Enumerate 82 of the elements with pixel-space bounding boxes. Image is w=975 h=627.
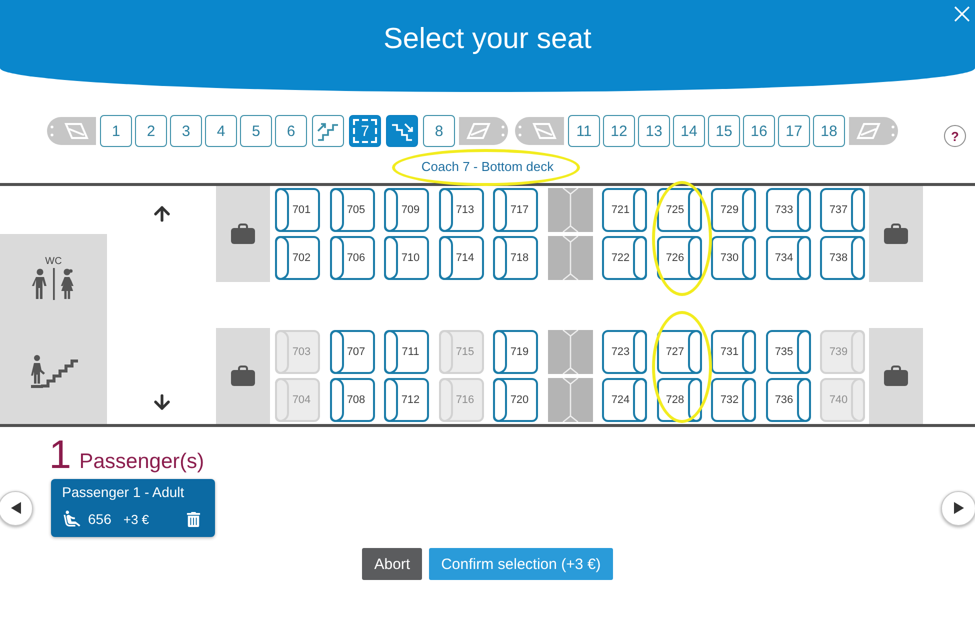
coach-tab[interactable]: 13 [638, 115, 670, 147]
seat-button[interactable]: 732 [711, 378, 756, 422]
seat-button[interactable]: 708 [330, 378, 374, 422]
seat-button[interactable]: 729 [711, 188, 756, 232]
briefcase-icon [883, 223, 909, 245]
seat-button[interactable]: 724 [602, 378, 647, 422]
coach-tab[interactable]: 16 [743, 115, 775, 147]
coach-tab[interactable]: 5 [240, 115, 272, 147]
seat-button[interactable]: 705 [330, 188, 374, 232]
person-on-stairs-icon [28, 354, 78, 388]
seat-button[interactable]: 714 [438, 236, 484, 280]
passenger-name: Passenger 1 - Adult [62, 484, 186, 500]
coach-tab[interactable]: 4 [205, 115, 237, 147]
coach-tab[interactable]: 15 [708, 115, 740, 147]
seat-button[interactable]: 721 [602, 188, 647, 232]
seat-button[interactable]: 717 [493, 188, 538, 232]
seat-button[interactable]: 722 [602, 236, 647, 280]
coach-tab[interactable]: 3 [170, 115, 202, 147]
previous-button[interactable] [0, 490, 33, 526]
passenger-count: 1 [49, 436, 72, 474]
briefcase-icon [230, 365, 256, 387]
seat-button[interactable]: 733 [766, 188, 810, 232]
seat-button[interactable]: 720 [493, 378, 538, 422]
seat-button[interactable]: 738 [820, 236, 865, 280]
dialog-title: Select your seat [384, 22, 592, 57]
seat-button[interactable]: 711 [384, 330, 429, 374]
seat-button[interactable]: 725 [656, 188, 702, 232]
seat-button[interactable]: 706 [330, 236, 374, 280]
coach-tab[interactable]: 14 [673, 115, 705, 147]
close-icon [953, 5, 971, 23]
coach-tab[interactable]: 11 [568, 115, 600, 147]
seat-button[interactable]: 727 [656, 330, 702, 374]
coach-tab[interactable]: 6 [275, 115, 307, 147]
reclining-seat-icon [62, 509, 82, 529]
deck-button[interactable] [312, 115, 344, 147]
coach-tab[interactable]: 18 [813, 115, 845, 147]
seat-button[interactable]: 707 [330, 330, 374, 374]
seat-number: 656 [88, 511, 112, 527]
table-icon [548, 378, 592, 422]
briefcase-icon [230, 223, 256, 245]
table-icon [548, 330, 592, 374]
coach-label: Coach 7 - Bottom deck [421, 158, 554, 176]
seat-button[interactable]: 718 [493, 236, 538, 280]
caret-left-icon [10, 502, 20, 514]
stairs-up-icon [316, 120, 340, 142]
deck-button[interactable] [386, 115, 418, 147]
coach-tab[interactable]: 7 [349, 115, 381, 147]
seat-button[interactable]: 726 [656, 236, 702, 280]
seat-button[interactable]: 713 [438, 188, 484, 232]
wc-label: WC [45, 256, 62, 267]
coach-tab[interactable]: 2 [135, 115, 167, 147]
seat-button[interactable]: 737 [820, 188, 865, 232]
coach-tab[interactable]: 1 [100, 115, 132, 147]
seat-button[interactable]: 710 [384, 236, 429, 280]
coach-tab[interactable]: 8 [423, 115, 455, 147]
help-button[interactable]: ? [944, 125, 966, 147]
briefcase-icon [883, 365, 909, 387]
next-button[interactable] [941, 490, 975, 526]
table-icon [548, 188, 592, 232]
seat-button[interactable]: 730 [711, 236, 756, 280]
coach-tab[interactable]: 17 [778, 115, 810, 147]
seat-button[interactable]: 723 [602, 330, 647, 374]
seat-button[interactable]: 709 [384, 188, 429, 232]
trash-icon [186, 512, 201, 526]
close-button[interactable] [952, 4, 972, 24]
delete-button[interactable] [186, 512, 201, 526]
seat-button[interactable]: 734 [766, 236, 810, 280]
seat-button[interactable]: 719 [493, 330, 538, 374]
seat-price: +3 € [123, 512, 150, 526]
seat-button[interactable]: 735 [766, 330, 810, 374]
seat-button[interactable]: 736 [766, 378, 810, 422]
table-icon [548, 236, 592, 280]
seat-button[interactable]: 702 [275, 236, 320, 280]
abort-button[interactable]: Abort [362, 548, 422, 580]
caret-right-icon [954, 502, 964, 514]
coach-tab[interactable]: 12 [603, 115, 635, 147]
seat-button[interactable]: 701 [275, 188, 320, 232]
seat-button[interactable]: 712 [384, 378, 429, 422]
passenger-card[interactable]: Passenger 1 - Adult 656 +3 € [51, 479, 215, 537]
seat-button[interactable]: 731 [711, 330, 756, 374]
passengers-heading: Passenger(s) [79, 450, 204, 474]
seat-button[interactable]: 728 [656, 378, 702, 422]
